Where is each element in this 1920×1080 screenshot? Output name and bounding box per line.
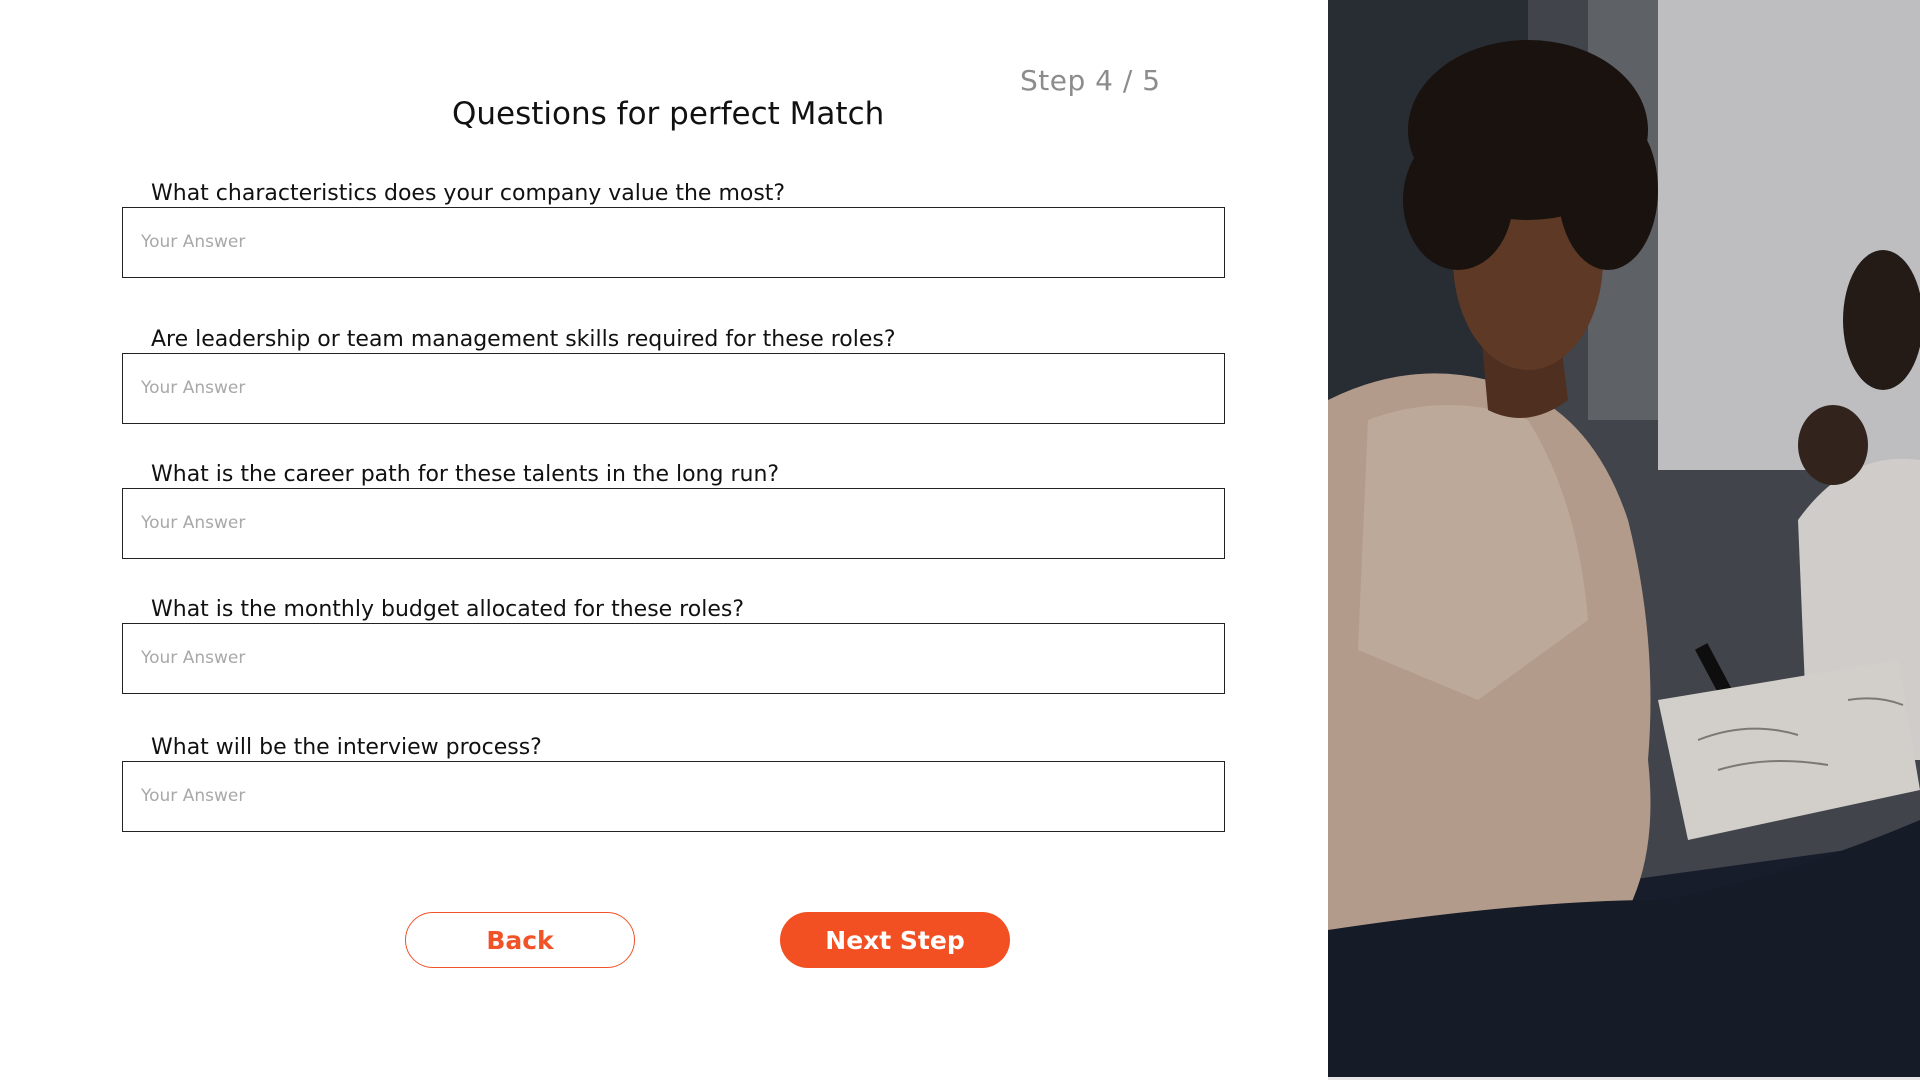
question-field-5: What will be the interview process? (122, 735, 1225, 832)
question-field-2: Are leadership or team management skills… (122, 327, 1225, 424)
question-label: What will be the interview process? (143, 735, 552, 760)
answer-box: What is the career path for these talent… (122, 462, 1225, 559)
answer-box: What will be the interview process? (122, 735, 1225, 832)
questionnaire-page: Step 4 / 5 Questions for perfect Match W… (0, 0, 1920, 1080)
question-field-1: What characteristics does your company v… (122, 181, 1225, 278)
step-indicator: Step 4 / 5 (1020, 64, 1161, 97)
photo-illustration (1328, 0, 1920, 1078)
answer-input[interactable] (141, 232, 1201, 252)
question-field-4: What is the monthly budget allocated for… (122, 597, 1225, 694)
person-writing-photo (1328, 0, 1920, 1078)
answer-input[interactable] (141, 648, 1201, 668)
form-panel: Step 4 / 5 Questions for perfect Match W… (0, 0, 1328, 1080)
question-label: What characteristics does your company v… (143, 181, 796, 206)
answer-input[interactable] (141, 513, 1201, 533)
answer-box: Are leadership or team management skills… (122, 327, 1225, 424)
question-label: What is the monthly budget allocated for… (143, 597, 754, 622)
answer-input[interactable] (141, 378, 1201, 398)
page-title: Questions for perfect Match (452, 96, 885, 132)
answer-box: What characteristics does your company v… (122, 181, 1225, 278)
next-step-button[interactable]: Next Step (780, 912, 1010, 968)
answer-box: What is the monthly budget allocated for… (122, 597, 1225, 694)
back-button[interactable]: Back (405, 912, 635, 968)
question-label: What is the career path for these talent… (143, 462, 790, 487)
answer-input[interactable] (141, 786, 1201, 806)
question-label: Are leadership or team management skills… (143, 327, 906, 352)
question-field-3: What is the career path for these talent… (122, 462, 1225, 559)
